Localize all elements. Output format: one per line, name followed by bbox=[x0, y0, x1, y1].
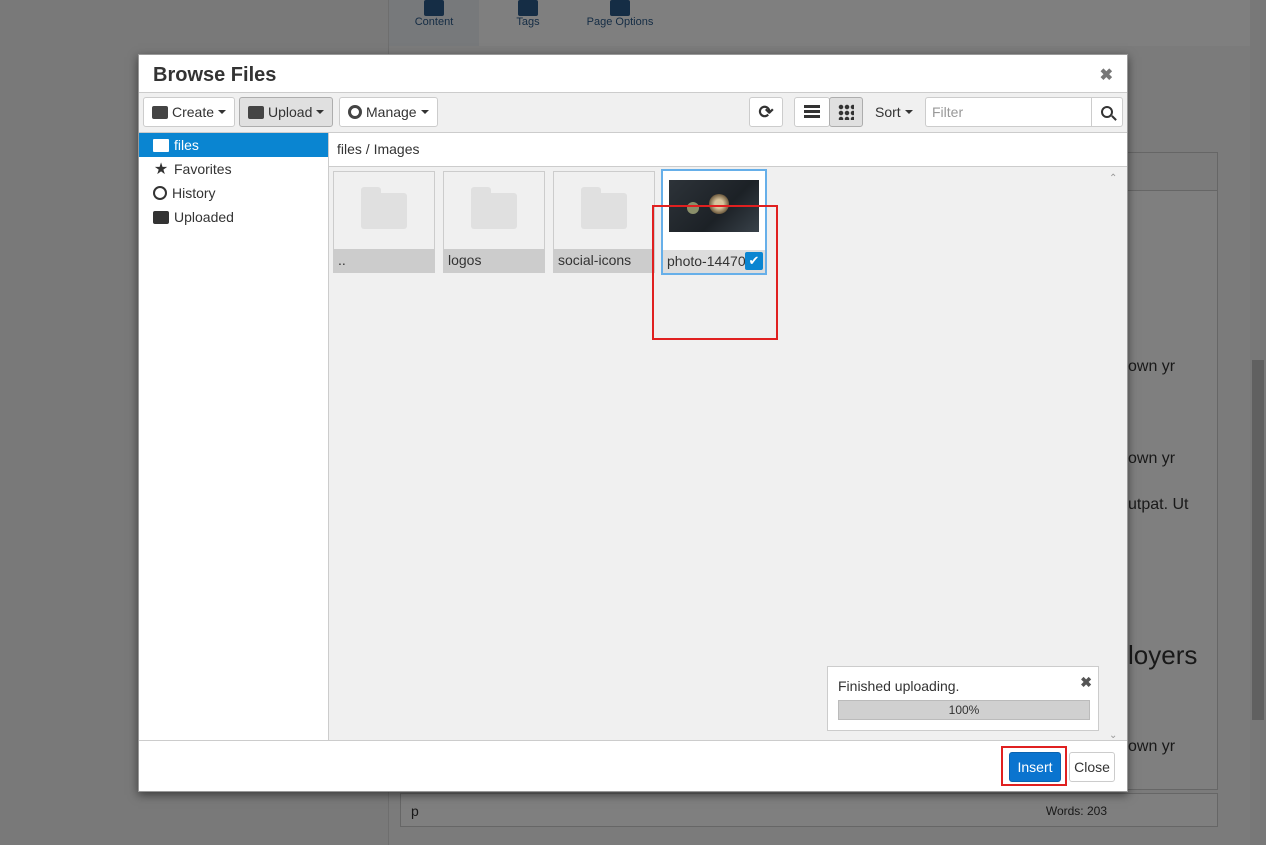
folder-plus-icon bbox=[152, 105, 168, 119]
upload-toast: Finished uploading. ✖ 100% bbox=[827, 666, 1099, 731]
folder-icon bbox=[153, 138, 169, 152]
close-icon[interactable]: ✖ bbox=[1100, 65, 1113, 85]
search-button[interactable] bbox=[1091, 97, 1123, 127]
caret-down-icon bbox=[218, 110, 227, 114]
refresh-icon: ⟳ bbox=[758, 101, 774, 122]
tile-thumbnail bbox=[554, 172, 654, 249]
dialog-title: Browse Files bbox=[153, 64, 277, 86]
close-button[interactable]: Close bbox=[1069, 752, 1115, 782]
close-icon[interactable]: ✖ bbox=[1080, 674, 1092, 691]
toast-message: Finished uploading. bbox=[838, 678, 960, 694]
tile-label: logos bbox=[444, 249, 544, 272]
insert-button[interactable]: Insert bbox=[1009, 752, 1061, 782]
breadcrumb: files / Images bbox=[329, 133, 1127, 167]
progress-text: 100% bbox=[948, 703, 980, 717]
browse-files-dialog: Browse Files ✖ Create Upload Manage ⟳ So… bbox=[138, 54, 1128, 792]
upload-progress: 100% bbox=[838, 700, 1090, 720]
sidebar-item-files[interactable]: files bbox=[139, 133, 328, 157]
sidebar-item-label: History bbox=[172, 185, 216, 201]
dialog-header: Browse Files ✖ bbox=[139, 55, 1127, 93]
create-button[interactable]: Create bbox=[143, 97, 236, 127]
grid-view-button[interactable] bbox=[829, 97, 863, 127]
file-toolbar: Create Upload Manage ⟳ Sort bbox=[139, 93, 1127, 133]
tile-parent-folder[interactable]: .. bbox=[333, 171, 435, 273]
sort-button[interactable]: Sort bbox=[867, 97, 921, 127]
tile-thumbnail bbox=[444, 172, 544, 249]
dialog-footer: Insert Close bbox=[139, 740, 1127, 791]
filter-input[interactable] bbox=[925, 97, 1093, 127]
folder-icon bbox=[581, 186, 627, 229]
sidebar-item-label: Favorites bbox=[174, 161, 232, 177]
file-browser-content: files / Images .. logos social-icons pho… bbox=[329, 133, 1127, 742]
gear-icon bbox=[348, 105, 362, 119]
caret-down-icon bbox=[316, 110, 325, 114]
content-scrollbar[interactable]: ⌃ ⌄ bbox=[1109, 171, 1119, 741]
manage-button[interactable]: Manage bbox=[339, 97, 438, 127]
tile-thumbnail bbox=[334, 172, 434, 249]
tile-logos[interactable]: logos bbox=[443, 171, 545, 273]
scroll-up-icon[interactable]: ⌃ bbox=[1109, 173, 1117, 184]
list-icon bbox=[804, 105, 820, 119]
upload-label: Upload bbox=[268, 104, 313, 120]
manage-label: Manage bbox=[366, 104, 417, 120]
caret-down-icon bbox=[420, 110, 429, 114]
refresh-button[interactable]: ⟳ bbox=[749, 97, 783, 127]
folder-sidebar: files ★ Favorites History Uploaded bbox=[139, 133, 329, 742]
caret-down-icon bbox=[904, 110, 913, 114]
tile-label: .. bbox=[334, 249, 434, 272]
create-label: Create bbox=[172, 104, 215, 120]
folder-icon bbox=[471, 186, 517, 229]
sidebar-item-label: files bbox=[174, 137, 199, 153]
upload-button[interactable]: Upload bbox=[239, 97, 334, 127]
sidebar-item-uploaded[interactable]: Uploaded bbox=[139, 205, 328, 229]
tile-social-icons[interactable]: social-icons bbox=[553, 171, 655, 273]
grid-icon bbox=[838, 104, 854, 120]
folder-icon bbox=[361, 186, 407, 229]
sidebar-item-label: Uploaded bbox=[174, 209, 234, 225]
sidebar-item-history[interactable]: History bbox=[139, 181, 328, 205]
tile-label: social-icons bbox=[554, 249, 654, 272]
sort-label: Sort bbox=[875, 104, 901, 120]
sidebar-item-favorites[interactable]: ★ Favorites bbox=[139, 157, 328, 181]
list-view-button[interactable] bbox=[794, 97, 830, 127]
clock-icon bbox=[153, 186, 167, 200]
upload-icon bbox=[248, 105, 264, 119]
search-icon bbox=[1101, 106, 1113, 118]
highlight-box bbox=[652, 205, 778, 340]
upload-icon bbox=[153, 210, 169, 224]
star-icon: ★ bbox=[153, 160, 169, 178]
